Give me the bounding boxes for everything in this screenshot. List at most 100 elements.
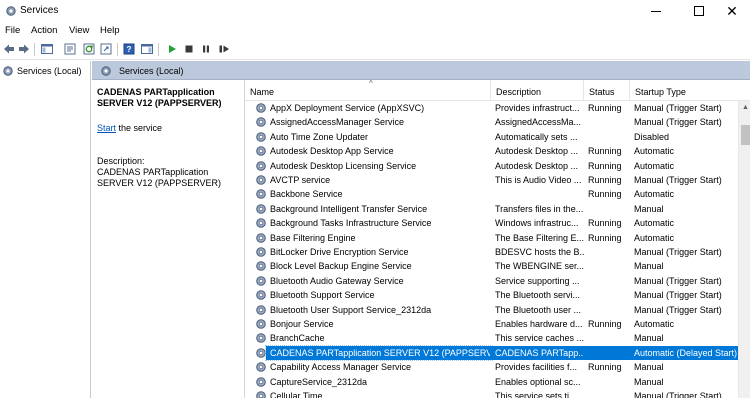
- service-row[interactable]: Bluetooth User Support Service_2312da The…: [245, 303, 738, 317]
- service-row[interactable]: Bluetooth Audio Gateway Service Service s…: [245, 274, 738, 288]
- service-name: BitLocker Drive Encryption Service: [270, 247, 409, 257]
- toolbar-separator: [158, 43, 159, 56]
- menu-view[interactable]: View: [69, 25, 89, 36]
- properties-icon[interactable]: [64, 43, 76, 55]
- service-row[interactable]: Base Filtering Engine The Base Filtering …: [245, 231, 738, 245]
- menu-action[interactable]: Action: [31, 25, 57, 36]
- show-hide-console-tree-icon[interactable]: [41, 43, 53, 55]
- service-name: AppX Deployment Service (AppXSVC): [270, 103, 425, 113]
- sort-ascending-icon: ^: [369, 80, 373, 88]
- service-status: [583, 288, 630, 302]
- forward-arrow-icon[interactable]: [18, 43, 30, 55]
- back-arrow-icon[interactable]: [3, 43, 15, 55]
- tree-item-services-local[interactable]: Services (Local): [2, 64, 82, 77]
- service-row[interactable]: BitLocker Drive Encryption Service BDESVC…: [245, 245, 738, 259]
- close-button[interactable]: ✕: [716, 0, 748, 22]
- start-service-icon[interactable]: [166, 43, 178, 55]
- service-description: [490, 187, 585, 201]
- service-status: [583, 202, 630, 216]
- maximize-icon: [694, 6, 704, 16]
- service-startup-type: Manual: [634, 376, 664, 387]
- pause-service-icon[interactable]: [200, 43, 212, 55]
- service-row[interactable]: AVCTP service This is Audio Video ... Runn…: [245, 173, 738, 187]
- service-row[interactable]: AppX Deployment Service (AppXSVC) Provide…: [245, 101, 738, 115]
- service-description: The Bluetooth servi...: [495, 290, 581, 301]
- service-startup-type: Automatic: [634, 189, 675, 200]
- service-startup-type: Manual: [634, 333, 664, 344]
- service-description: Enables optional sc...: [495, 376, 581, 387]
- service-status: Running: [588, 146, 622, 157]
- export-list-icon[interactable]: [100, 43, 112, 55]
- service-name: Autodesk Desktop Licensing Service: [270, 160, 417, 171]
- service-row[interactable]: Cellular Time This service sets ti... Manu…: [245, 389, 738, 398]
- service-row[interactable]: Bonjour Service Enables hardware d... Runn…: [245, 317, 738, 331]
- service-status: [583, 345, 630, 360]
- service-description: Provides infrastruct...: [495, 103, 580, 113]
- service-row[interactable]: AssignedAccessManager Service AssignedAcc…: [245, 115, 738, 129]
- service-name: AssignedAccessManager Service: [270, 117, 405, 128]
- service-status: [583, 245, 630, 259]
- service-row[interactable]: Bluetooth Support Service The Bluetooth s…: [245, 288, 738, 302]
- service-name: CaptureService_2312da: [270, 376, 368, 387]
- service-row[interactable]: Auto Time Zone Updater Automatically sets…: [245, 130, 738, 144]
- service-status: Running: [588, 232, 622, 243]
- minimize-button[interactable]: [640, 0, 672, 22]
- scrollbar-thumb[interactable]: [741, 125, 750, 145]
- service-description: The Base Filtering E...: [495, 232, 585, 243]
- refresh-icon[interactable]: [83, 43, 95, 55]
- help-icon[interactable]: ?: [123, 43, 135, 55]
- service-description: AssignedAccessMa...: [495, 117, 582, 128]
- service-status: [583, 259, 630, 273]
- console-tree: Services (Local): [0, 61, 91, 398]
- service-startup-type: Manual (Trigger Start): [634, 117, 722, 128]
- column-description-label: Description: [496, 87, 542, 97]
- column-status[interactable]: Status: [584, 80, 630, 101]
- service-row[interactable]: Autodesk Desktop App Service Autodesk Des…: [245, 144, 738, 158]
- service-startup-type: Automatic: [634, 160, 675, 171]
- service-description: Service supporting ...: [495, 275, 580, 286]
- service-row[interactable]: CADENAS PARTapplication SERVER V12 (PAPP…: [245, 344, 739, 361]
- column-name[interactable]: ^ Name: [245, 80, 491, 101]
- service-row[interactable]: Backbone Service Running Automatic: [245, 187, 738, 201]
- service-row[interactable]: Autodesk Desktop Licensing Service Autode…: [245, 159, 738, 173]
- service-name: AVCTP service: [270, 175, 331, 185]
- menu-file[interactable]: File: [5, 25, 20, 36]
- main-header-title: Services (Local): [119, 66, 184, 76]
- minimize-icon: [651, 10, 661, 12]
- service-description: Transfers files in the...: [495, 203, 584, 214]
- services-gear-icon: [6, 6, 16, 16]
- service-description: This service caches ...: [495, 333, 585, 344]
- column-description[interactable]: Description: [491, 80, 584, 101]
- maximize-button[interactable]: [683, 0, 715, 22]
- service-row[interactable]: Background Intelligent Transfer Service T…: [245, 202, 738, 216]
- scroll-up-icon[interactable]: ▲: [739, 101, 750, 114]
- column-startup-type[interactable]: Startup Type: [630, 80, 750, 101]
- service-row[interactable]: BranchCache This service caches ... Manual: [245, 331, 738, 345]
- service-status: Running: [588, 319, 622, 329]
- service-detail-panel: CADENAS PARTapplication SERVER V12 (PAPP…: [92, 80, 244, 398]
- service-name: CADENAS PARTapplication SERVER V12 (PAPP…: [265, 344, 493, 361]
- restart-service-icon[interactable]: [218, 43, 230, 55]
- service-row[interactable]: Background Tasks Infrastructure Service W…: [245, 216, 738, 230]
- service-status: Running: [588, 362, 622, 373]
- service-description: Provides facilities f...: [495, 362, 578, 373]
- main-pane: Services (Local) CADENAS PARTapplication…: [92, 61, 750, 398]
- service-row[interactable]: Block Level Backup Engine Service The WBE…: [245, 259, 738, 273]
- service-startup-type: Automatic: [634, 232, 675, 243]
- service-description: Automatically sets ...: [495, 131, 578, 142]
- menu-help[interactable]: Help: [100, 25, 120, 36]
- service-row[interactable]: CaptureService_2312da Enables optional sc…: [245, 375, 738, 389]
- service-description: The Bluetooth user ...: [495, 304, 582, 315]
- service-description: Windows infrastruc...: [495, 218, 579, 229]
- start-service-link[interactable]: Start: [97, 123, 116, 133]
- service-startup-type: Manual: [634, 261, 664, 272]
- close-icon: ✕: [726, 3, 738, 19]
- service-row[interactable]: Capability Access Manager Service Provide…: [245, 360, 738, 374]
- stop-service-icon[interactable]: [183, 43, 195, 55]
- action-pane-icon[interactable]: [141, 43, 153, 55]
- services-gear-icon: [3, 65, 13, 76]
- window-title: Services: [20, 5, 59, 16]
- vertical-scrollbar[interactable]: ▲: [738, 101, 750, 398]
- service-name: Bluetooth User Support Service_2312da: [270, 304, 432, 315]
- column-name-label: Name: [250, 87, 275, 97]
